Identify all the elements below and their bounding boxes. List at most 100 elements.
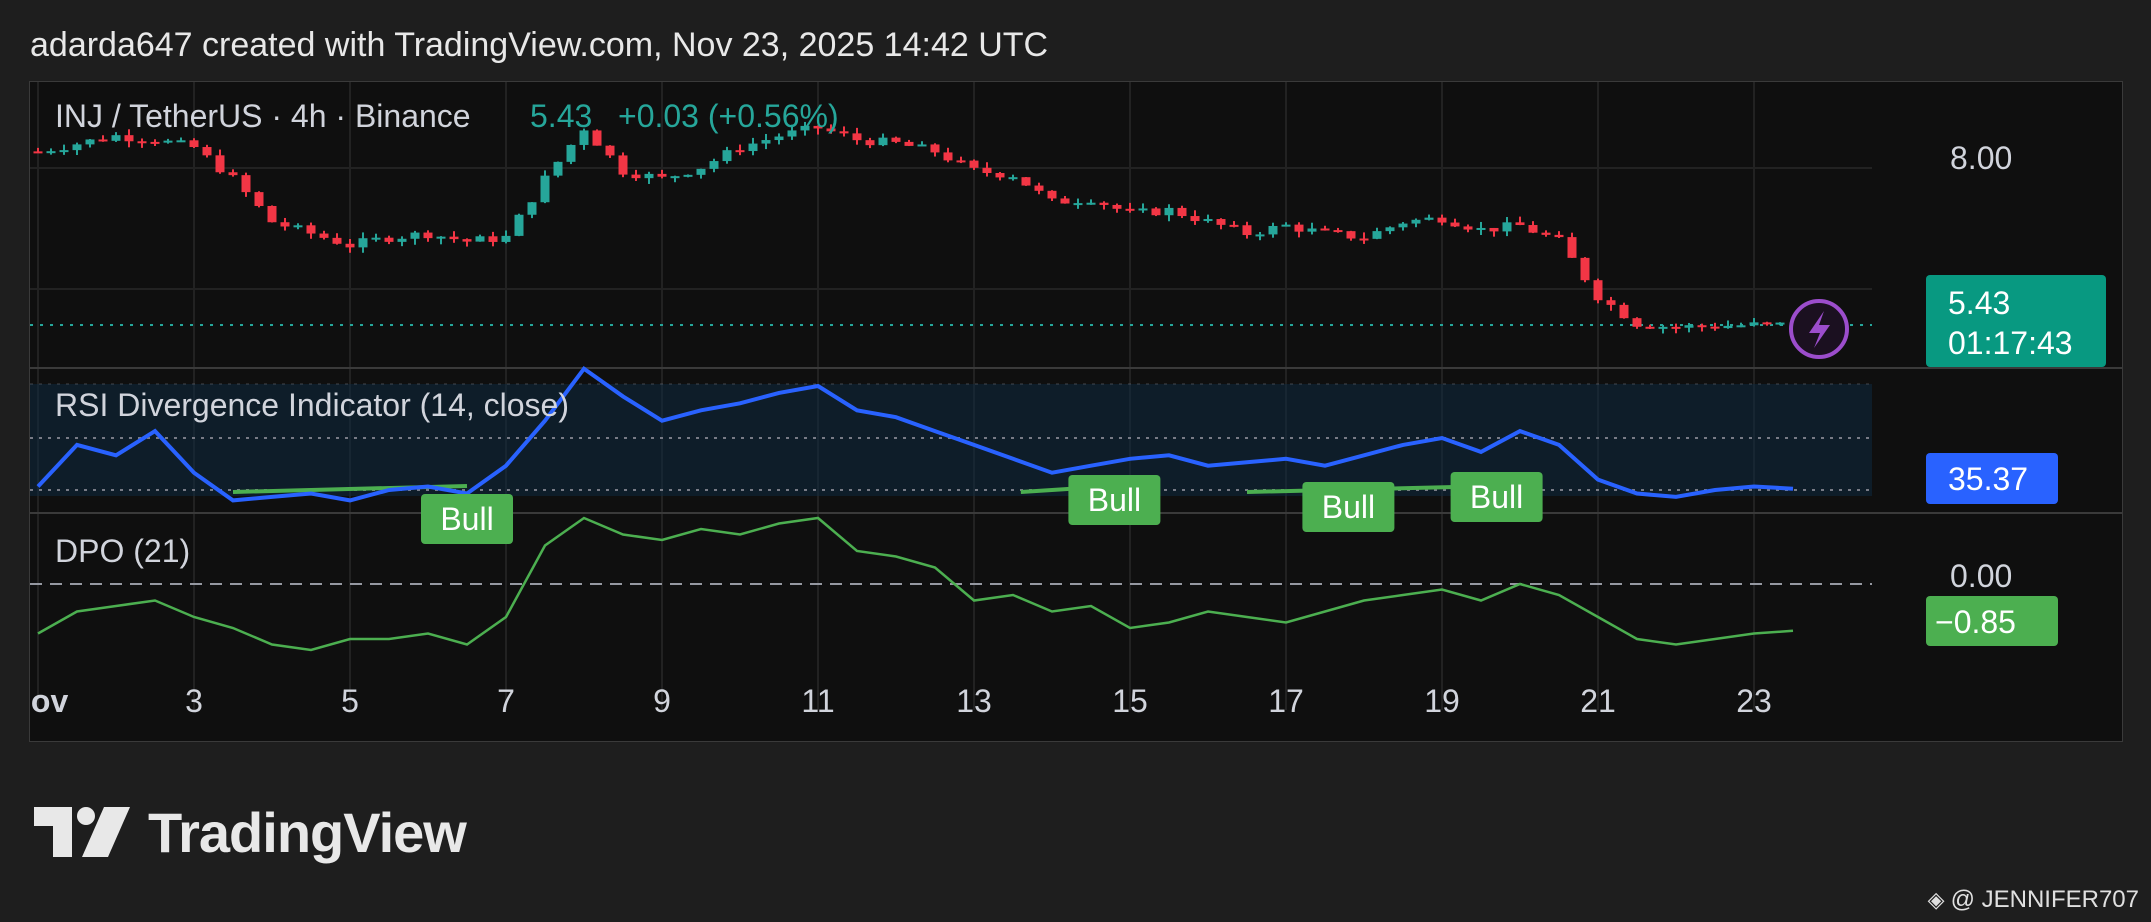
price-tag: 5.43 01:17:43 (1926, 275, 2106, 367)
candle-body (1216, 219, 1226, 225)
candle-body (1034, 185, 1044, 191)
candle-body (943, 152, 953, 161)
candle-body (59, 150, 69, 153)
candle-body (1359, 238, 1369, 241)
candle-body (982, 167, 992, 174)
bull-marker: Bull (421, 494, 513, 544)
candle-body (1489, 227, 1499, 232)
candle-body (1424, 217, 1434, 220)
candle-body (124, 135, 134, 142)
candles (33, 121, 1785, 334)
x-axis: Nov 3 5 7 9 11 13 15 17 19 21 23 (30, 683, 1772, 719)
candle-body (410, 232, 420, 239)
x-tick-label: 19 (1424, 683, 1460, 719)
tradingview-logo-icon (34, 807, 130, 857)
dpo-axis-zero: 0.00 (1950, 558, 2012, 594)
bull-marker: Bull (1450, 472, 1543, 522)
candle-body (111, 135, 121, 141)
bull-label: Bull (440, 501, 493, 537)
candle-body (397, 238, 407, 242)
candle-body (852, 133, 862, 141)
candle-body (137, 141, 147, 144)
candle-body (1372, 231, 1382, 239)
candle-body (1476, 227, 1486, 230)
candle-body (215, 155, 225, 173)
svg-text:−0.85: −0.85 (1935, 604, 2016, 640)
candle-body (644, 173, 654, 179)
candle-body (930, 144, 940, 153)
candle-body (1151, 208, 1161, 216)
candle-body (293, 225, 303, 228)
candle-body (1554, 234, 1564, 238)
candle-body (1528, 225, 1538, 233)
candle-body (358, 238, 368, 248)
candle-body (436, 236, 446, 239)
candle-body (592, 130, 602, 146)
candle-body (1125, 208, 1135, 211)
chart-header: adarda647 created with TradingView.com, … (30, 26, 1049, 64)
candle-body (748, 143, 758, 152)
last-price-label: 5.43 (530, 98, 592, 134)
x-tick-label: 23 (1736, 683, 1772, 719)
candle-body (1684, 325, 1694, 328)
candle-body (1398, 223, 1408, 228)
candle-body (1775, 322, 1785, 325)
tradingview-logo: TradingView (34, 800, 467, 864)
candle-body (1736, 325, 1746, 328)
candle-body (904, 141, 914, 146)
candle-body (514, 214, 524, 236)
candle-body (1762, 322, 1772, 325)
candle-body (1242, 225, 1252, 236)
x-tick-label: 11 (801, 683, 834, 719)
candle-body (98, 139, 108, 142)
candle-body (371, 237, 381, 240)
candle-body (254, 192, 264, 206)
candle-body (618, 155, 628, 175)
candle-body (1541, 232, 1551, 235)
candle-body (1112, 204, 1122, 209)
candle-body (1710, 326, 1720, 329)
x-tick-label: 13 (956, 683, 992, 719)
candle-body (1580, 257, 1590, 281)
candle-body (1099, 202, 1109, 205)
candle-body (280, 222, 290, 227)
candle-body (1008, 177, 1018, 180)
candle-body (1411, 219, 1421, 224)
candle-body (1281, 224, 1291, 227)
candle-body (1294, 224, 1304, 232)
candle-body (735, 150, 745, 153)
candle-body (1060, 198, 1070, 204)
candle-body (306, 225, 316, 234)
candle-body (683, 174, 693, 177)
candle-body (1723, 325, 1733, 329)
candle-body (241, 175, 251, 193)
candle-body (189, 140, 199, 148)
candle-body (1593, 280, 1603, 301)
candle-body (865, 140, 875, 146)
candle-body (1697, 325, 1707, 328)
chart-frame[interactable]: Bull Bull Bull Bull INJ / TetherUS · 4h · B… (29, 81, 2123, 742)
candle-body (553, 161, 563, 176)
countdown: 01:17:43 (1948, 325, 2073, 361)
lightning-icon[interactable] (1789, 299, 1849, 359)
candle-body (332, 237, 342, 244)
candle-body (1463, 226, 1473, 230)
candle-body (878, 137, 888, 146)
dpo-value-tag: −0.85 (1926, 596, 2058, 646)
x-tick-label: 17 (1268, 683, 1304, 719)
candle-body (761, 140, 771, 144)
candle-body (319, 233, 329, 238)
candle-body (1619, 304, 1629, 319)
candle-body (33, 151, 43, 154)
candle-body (917, 144, 927, 147)
chart-canvas[interactable]: Bull Bull Bull Bull INJ / TetherUS · 4h · B… (30, 82, 2122, 741)
x-tick-label: 5 (341, 683, 359, 719)
candle-body (1645, 326, 1655, 329)
candle-body (462, 239, 472, 242)
bull-label: Bull (1322, 489, 1375, 525)
candle-body (345, 243, 355, 248)
candle-body (1255, 234, 1265, 237)
binance-icon: ◈ (1927, 887, 1945, 912)
candle-body (1606, 300, 1616, 305)
x-tick-label: 9 (653, 683, 671, 719)
